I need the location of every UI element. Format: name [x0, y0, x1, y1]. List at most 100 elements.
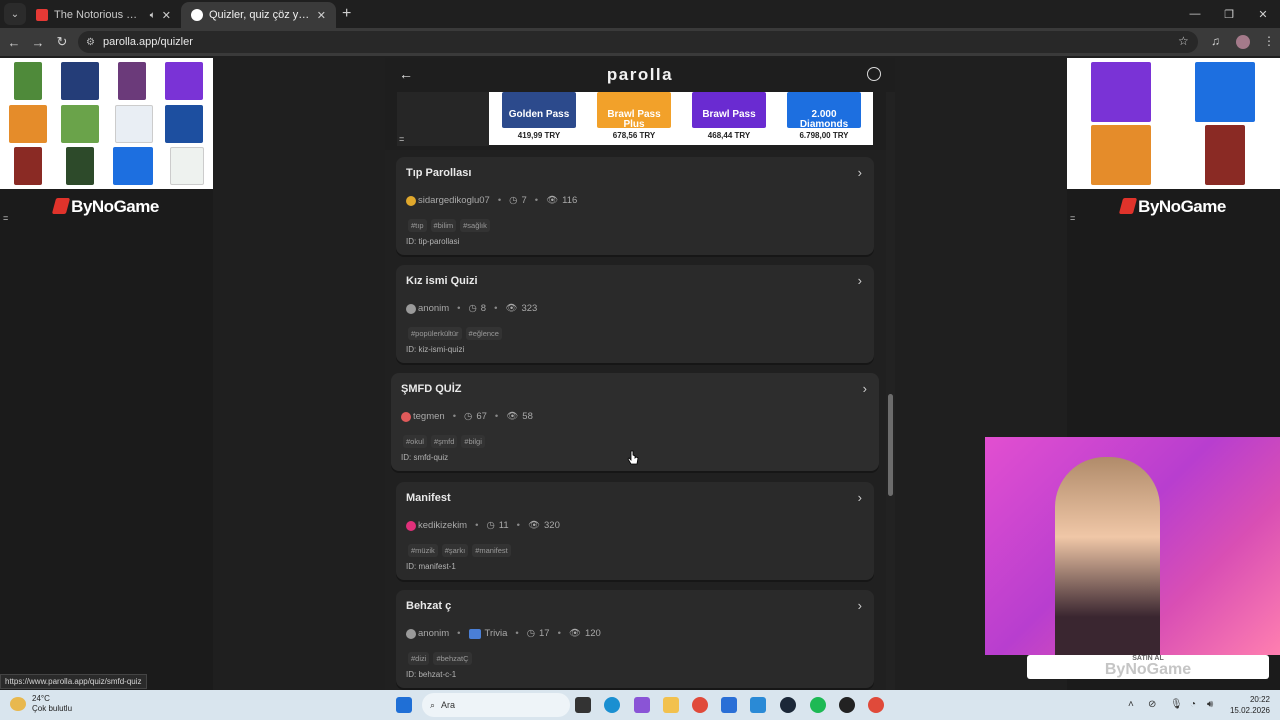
steam-icon[interactable]	[780, 697, 796, 713]
app-header: ← parolla	[385, 58, 895, 92]
quiz-author[interactable]: tegmen	[413, 411, 445, 422]
question-count-icon: ◷	[486, 520, 495, 531]
quiz-tags: #dizi #behzatÇ	[408, 652, 472, 665]
minimize-icon[interactable]: —	[1178, 0, 1212, 28]
quiz-author[interactable]: anonim	[418, 628, 449, 639]
separator: •	[475, 520, 479, 531]
streamer-video	[1055, 457, 1160, 657]
tray-chevron-icon[interactable]: ˄	[1128, 699, 1134, 710]
quiz-author[interactable]: anonim	[418, 303, 449, 314]
parolla-app: ← parolla = Golden Pass 419,99 TRY Brawl…	[385, 58, 895, 690]
close-tab-icon[interactable]: ✕	[162, 9, 171, 22]
bookmark-star-icon[interactable]: ☆	[1178, 34, 1189, 48]
ad-handle-icon[interactable]: =	[1070, 213, 1075, 223]
copilot-icon[interactable]	[634, 697, 650, 713]
task-view-icon[interactable]	[575, 697, 591, 713]
chrome-icon[interactable]	[692, 697, 708, 713]
tab-title: The Notorious B.I.G. - Suicid	[54, 9, 144, 21]
quiz-tags: #müzik #şarkı #manifest	[408, 544, 511, 557]
bynogame-logo[interactable]: ByNoGame	[1067, 197, 1280, 217]
product-brawl-pass-plus[interactable]: Brawl Pass Plus	[597, 92, 671, 130]
mail-icon[interactable]	[750, 697, 766, 713]
tag: #sağlık	[460, 219, 490, 232]
edge-icon[interactable]	[604, 697, 620, 713]
question-count-icon: ◷	[468, 303, 477, 314]
quiz-meta: anonim • ◷ 8 • 👁︎ 323	[406, 303, 537, 314]
tag: #eğlence	[465, 327, 502, 340]
banner-handle-icon[interactable]: =	[399, 134, 404, 144]
eye-icon: 👁︎	[505, 303, 518, 314]
back-arrow-icon[interactable]: ←	[399, 66, 413, 82]
product-brawl-pass[interactable]: Brawl Pass	[692, 92, 766, 128]
windows-start-icon[interactable]	[396, 697, 412, 713]
ad-thumb	[61, 105, 99, 143]
separator: •	[452, 411, 457, 422]
ad-product-grid[interactable]	[1067, 58, 1280, 189]
restore-icon[interactable]: ❐	[1212, 0, 1246, 28]
ad-left[interactable]: ByNoGame =	[0, 58, 213, 690]
quiz-author[interactable]: sidargedikoglu07	[418, 195, 490, 206]
quiz-card[interactable]: Manifest › kedikizekim • ◷ 11 • 👁︎ 320 #mü…	[396, 482, 874, 580]
store-icon[interactable]	[721, 697, 737, 713]
product-golden-pass[interactable]: Golden Pass	[502, 92, 576, 128]
banner-products[interactable]: Golden Pass 419,99 TRY Brawl Pass Plus 6…	[489, 92, 873, 145]
file-explorer-icon[interactable]	[663, 697, 679, 713]
product-price: 6.798,00 TRY	[799, 131, 849, 140]
ad-thumb	[170, 147, 204, 185]
spotify-icon[interactable]	[810, 697, 826, 713]
bynogame-logo[interactable]: ByNoGame	[0, 197, 213, 217]
speaker-icon[interactable]: 🔈︎	[150, 10, 156, 21]
quiz-id: ID: manifest-1	[406, 562, 456, 571]
app-icon[interactable]	[839, 697, 855, 713]
question-count: 8	[480, 303, 487, 314]
quiz-meta: tegmen • ◷ 67 • 👁︎ 58	[401, 411, 533, 422]
clock[interactable]: 20:22 15.02.2026	[1230, 694, 1270, 716]
product-diamonds[interactable]: 2.000 Diamonds	[787, 92, 861, 130]
bynogame-mark-icon	[52, 198, 71, 214]
ad-thumb	[61, 62, 99, 100]
menu-icon[interactable]: ⋮	[1263, 34, 1275, 48]
weather-widget[interactable]: 24°C Çok bulutlu	[10, 694, 72, 714]
ad-thumb	[1205, 125, 1245, 185]
address-bar[interactable]: ⚙︎ parolla.app/quizler	[78, 31, 1198, 53]
ad-thumb	[115, 105, 153, 143]
close-window-icon[interactable]: ✕	[1246, 0, 1280, 28]
ad-handle-icon[interactable]: =	[3, 213, 8, 223]
network-icon[interactable]: ⊘	[1148, 699, 1156, 710]
user-icon[interactable]	[867, 67, 881, 81]
quiz-card[interactable]: Behzat ç › anonim • Trivia • ◷ 17 • 👁︎ 120…	[396, 590, 874, 688]
mic-icon[interactable]: 🎙︎	[1170, 699, 1183, 710]
close-tab-icon[interactable]: ✕	[317, 9, 326, 22]
quiz-category: Trivia	[484, 628, 508, 639]
new-tab-button[interactable]: +	[342, 5, 351, 23]
back-icon[interactable]: ←	[2, 35, 26, 50]
wifi-icon[interactable]: ◔	[1190, 699, 1196, 710]
scrollbar[interactable]	[886, 92, 895, 690]
quiz-card[interactable]: Kız ismi Quizi › anonim • ◷ 8 • 👁︎ 323 #po…	[396, 265, 874, 363]
tag: #bilgi	[461, 435, 485, 448]
tag: #şmfd	[430, 435, 458, 448]
question-count-icon: ◷	[464, 411, 473, 422]
tab-parolla[interactable]: Quizler, quiz çöz ya da quiz olu ✕	[181, 2, 336, 28]
ad-product-grid[interactable]	[0, 58, 213, 189]
app-brand[interactable]: parolla	[607, 65, 673, 85]
scrollbar-thumb[interactable]	[888, 394, 893, 496]
search-placeholder: Ara	[441, 700, 456, 710]
chevron-right-icon: ›	[857, 490, 862, 505]
volume-icon[interactable]: 🔊︎	[1207, 699, 1213, 710]
media-control-icon[interactable]: ♫	[1211, 34, 1220, 48]
quiz-tags: #tıp #bilim #sağlık	[408, 219, 490, 232]
reload-icon[interactable]: ↻	[50, 34, 74, 50]
profile-avatar[interactable]	[1236, 35, 1250, 49]
chrome-active-icon[interactable]	[868, 697, 884, 713]
forward-icon[interactable]: →	[26, 35, 50, 50]
tab-search-button[interactable]: ⌄	[4, 3, 26, 25]
view-count: 320	[544, 520, 560, 531]
weather-icon	[10, 697, 26, 711]
tab-youtube[interactable]: The Notorious B.I.G. - Suicid 🔈︎ ✕	[26, 2, 181, 28]
quiz-card[interactable]: Tıp Parollası › sidargedikoglu07 • ◷ 7 • …	[396, 157, 874, 255]
ad-banner[interactable]: = Golden Pass 419,99 TRY Brawl Pass Plus…	[385, 92, 887, 150]
taskbar-search[interactable]: ⌕ Ara	[422, 693, 570, 717]
site-info-icon[interactable]: ⚙︎	[86, 37, 95, 48]
quiz-author[interactable]: kedikizekim	[418, 520, 467, 531]
